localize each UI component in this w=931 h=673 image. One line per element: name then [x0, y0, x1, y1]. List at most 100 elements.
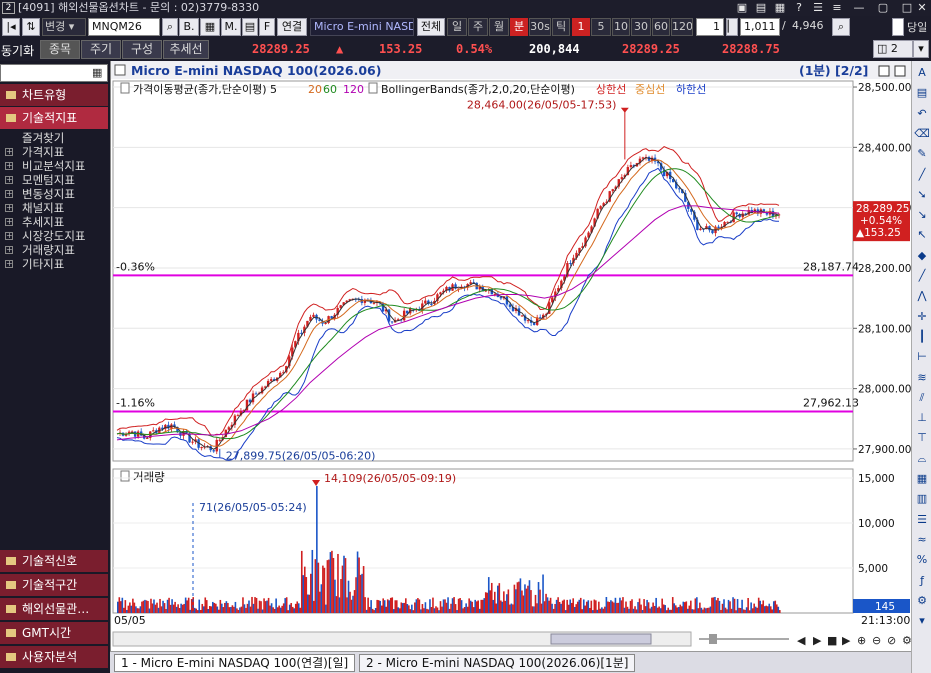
chart-tab-1[interactable]: 1 - Micro E-mini NASDAQ 100(연결)[일]: [114, 654, 356, 672]
chart-icon[interactable]: ▤: [242, 18, 258, 36]
arrow-icon[interactable]: ↖: [914, 227, 930, 243]
tab-symbol[interactable]: 종목: [40, 40, 80, 59]
zoom-in-icon[interactable]: ⊕: [857, 634, 866, 647]
sidebar-bottom-item[interactable]: 기술적신호: [0, 550, 108, 572]
zoom-icon[interactable]: ⌕: [832, 18, 850, 36]
fib-icon[interactable]: ≋: [914, 370, 930, 386]
text-icon[interactable]: A: [914, 65, 930, 81]
expand-icon[interactable]: +: [5, 232, 13, 240]
period-week[interactable]: 주: [468, 18, 488, 36]
interval-60[interactable]: 60: [652, 18, 670, 36]
indicator-category-item[interactable]: + 기타지표: [0, 257, 108, 271]
wave-icon[interactable]: ≈: [914, 532, 930, 548]
sidebar-bottom-item[interactable]: 사용자분석: [0, 646, 108, 668]
type-m-button[interactable]: M.: [221, 18, 241, 36]
scrollbar-thumb[interactable]: [550, 633, 652, 645]
fraction-icon[interactable]: ƒ: [914, 573, 930, 589]
expand-icon[interactable]: +: [5, 218, 13, 226]
settings-icon[interactable]: ⚙: [914, 593, 930, 609]
eraser-icon[interactable]: ⌫: [914, 126, 930, 142]
play-icon[interactable]: ▶: [842, 634, 851, 647]
indicator-category-item[interactable]: + 추세지표: [0, 215, 108, 229]
interval-5[interactable]: 5: [591, 18, 611, 36]
indicator-category-item[interactable]: + 가격지표: [0, 145, 108, 159]
period-all[interactable]: 전체: [417, 18, 445, 36]
cycle-icon[interactable]: ⌓: [914, 451, 930, 467]
chart-tab-2[interactable]: 2 - Micro E-mini NASDAQ 100(2026.06)[1분]: [359, 654, 636, 672]
chart-select-checkbox[interactable]: [114, 64, 126, 76]
marker-icon[interactable]: ◆: [914, 248, 930, 264]
restore-icon[interactable]: ▢: [874, 0, 892, 16]
legend-checkbox[interactable]: [120, 82, 130, 94]
dangil-checkbox[interactable]: [892, 18, 904, 36]
layout-dropdown-icon[interactable]: ▾: [913, 40, 929, 58]
type-b-button[interactable]: B.: [179, 18, 199, 36]
period-day[interactable]: 일: [447, 18, 467, 36]
expand-icon[interactable]: +: [5, 162, 13, 170]
sidebar-item-tech-indicators[interactable]: 기술적지표: [0, 107, 108, 129]
period-minute[interactable]: 분: [510, 18, 528, 36]
expand-icon[interactable]: +: [5, 246, 13, 254]
list-icon[interactable]: ≡: [828, 0, 846, 16]
indicator-category-item[interactable]: + 변동성지표: [0, 187, 108, 201]
indicator-category-item[interactable]: 즐겨찾기: [0, 131, 108, 145]
search-icon[interactable]: ⌕: [162, 18, 178, 36]
position-field[interactable]: 1,011: [740, 18, 780, 36]
minimize-icon[interactable]: —: [850, 0, 868, 16]
prev-icon[interactable]: |◂: [2, 18, 20, 36]
legend-checkbox[interactable]: [368, 82, 378, 94]
linked-button[interactable]: 연결: [277, 18, 307, 36]
vline-icon[interactable]: ┃: [914, 329, 930, 345]
bars-icon[interactable]: ▥: [914, 491, 930, 507]
period-month[interactable]: 월: [489, 18, 509, 36]
interval-120[interactable]: 120: [671, 18, 693, 36]
sidebar-bottom-item[interactable]: 해외선물관…: [0, 598, 108, 620]
line-icon[interactable]: ╱: [914, 167, 930, 183]
crosshair-icon[interactable]: ✛: [914, 309, 930, 325]
grid-icon[interactable]: ▦: [914, 471, 930, 487]
trend-icon[interactable]: ╱: [914, 268, 930, 284]
expand-icon[interactable]: +: [5, 190, 13, 198]
zoom-slider-thumb[interactable]: [709, 634, 717, 644]
sort-icon[interactable]: ⇅: [22, 18, 40, 36]
slider-left-icon[interactable]: ◀: [797, 634, 806, 647]
close-icon[interactable]: ✕: [913, 0, 931, 16]
pin-icon[interactable]: ▣: [733, 0, 751, 16]
bracket-icon[interactable]: ⊥: [914, 410, 930, 426]
count-spin-icon[interactable]: ▏: [726, 18, 738, 36]
mode-select[interactable]: 변경 ▾: [42, 18, 86, 36]
lock-icon[interactable]: ▤: [752, 0, 770, 16]
layout-select[interactable]: ◫ 2: [873, 40, 913, 58]
chart-close-icon[interactable]: [894, 65, 906, 77]
interval-30[interactable]: 30: [631, 18, 651, 36]
save-icon[interactable]: ▦: [771, 0, 789, 16]
expand-icon[interactable]: +: [5, 176, 13, 184]
period-tick[interactable]: 틱: [552, 18, 570, 36]
sync-label[interactable]: 동기화: [1, 42, 34, 59]
interval-10[interactable]: 10: [612, 18, 630, 36]
period-30s[interactable]: 30s: [529, 18, 551, 36]
zoom-out-icon[interactable]: ⊖: [872, 634, 881, 647]
percent-icon[interactable]: %: [914, 552, 930, 568]
expand-icon[interactable]: +: [5, 148, 13, 156]
product-name-field[interactable]: Micro E-mini NASDAQ: [310, 18, 414, 36]
count-input[interactable]: 1: [696, 18, 724, 36]
stack-icon[interactable]: ☰: [914, 512, 930, 528]
ray-icon[interactable]: ↘: [914, 207, 930, 223]
keyboard-icon[interactable]: ▦: [92, 66, 102, 79]
slider-stop-icon[interactable]: ■: [827, 634, 837, 647]
expand-icon[interactable]: ▾: [914, 613, 930, 629]
pencil-icon[interactable]: ✎: [914, 146, 930, 162]
grid-icon[interactable]: ▦: [200, 18, 220, 36]
type-f-button[interactable]: F: [259, 18, 275, 36]
expand-icon[interactable]: +: [5, 260, 13, 268]
slider-right-icon[interactable]: ▶: [813, 634, 822, 647]
tab-trendline[interactable]: 추세선: [163, 40, 209, 59]
sidebar-item-chart-type[interactable]: 차트유형: [0, 84, 108, 106]
help-icon[interactable]: ?: [790, 0, 808, 16]
indicator-category-item[interactable]: + 모멘텀지표: [0, 173, 108, 187]
indicator-category-item[interactable]: + 거래량지표: [0, 243, 108, 257]
tab-config[interactable]: 구성: [122, 40, 162, 59]
list-icon[interactable]: ▤: [914, 85, 930, 101]
indicator-category-item[interactable]: + 비교분석지표: [0, 159, 108, 173]
